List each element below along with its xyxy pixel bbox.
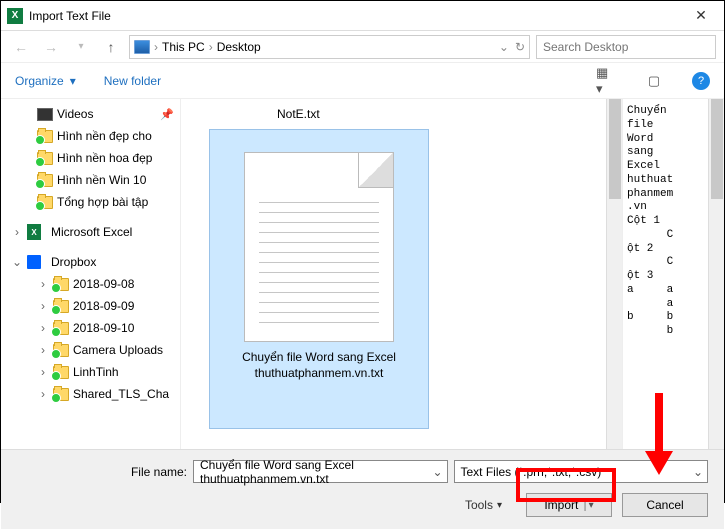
tree-item[interactable]: ›Camera Uploads xyxy=(1,339,180,361)
breadcrumb-location[interactable]: Desktop xyxy=(217,40,261,54)
navbar: ← → ▾ ↑ › This PC › Desktop ⌄ ↻ xyxy=(1,31,724,63)
up-button[interactable]: ↑ xyxy=(99,35,123,59)
search-input[interactable] xyxy=(536,35,716,59)
folder-icon xyxy=(53,366,69,379)
pc-icon xyxy=(134,40,150,54)
folder-icon xyxy=(53,322,69,335)
filename-label: File name: xyxy=(17,465,187,479)
import-button[interactable]: Import│▾ xyxy=(526,493,612,517)
tree-videos[interactable]: Videos📌 xyxy=(1,103,180,125)
window-title: Import Text File xyxy=(29,9,678,23)
dropbox-icon xyxy=(27,255,41,269)
file-thumbnail xyxy=(244,152,394,342)
tree-item[interactable]: Hình nền Win 10 xyxy=(1,169,180,191)
selected-file[interactable]: Chuyển file Word sang Excel thuthuatphan… xyxy=(209,129,429,429)
content-scrollbar[interactable] xyxy=(606,99,622,449)
preview-pane: Chuyển file Word sang Excel huthuat phan… xyxy=(622,99,708,449)
organize-menu[interactable]: Organize xyxy=(15,74,64,88)
folder-icon xyxy=(53,300,69,313)
folder-icon xyxy=(37,196,53,209)
tree-item[interactable]: ›2018-09-09 xyxy=(1,295,180,317)
breadcrumb[interactable]: › This PC › Desktop ⌄ ↻ xyxy=(129,35,530,59)
preview-scrollbar[interactable] xyxy=(708,99,724,449)
tools-menu[interactable]: Tools▾ xyxy=(465,498,502,512)
tree-item[interactable]: ›LinhTinh xyxy=(1,361,180,383)
tree-item[interactable]: ›2018-09-08 xyxy=(1,273,180,295)
close-button[interactable]: ✕ xyxy=(678,1,724,31)
filter-value: Text Files (*.prn;*.txt;*.csv) xyxy=(461,465,602,479)
folder-icon xyxy=(53,278,69,291)
folder-icon xyxy=(53,388,69,401)
tree-item[interactable]: Hình nền đẹp cho xyxy=(1,125,180,147)
forward-button[interactable]: → xyxy=(39,35,63,59)
folder-icon xyxy=(37,130,53,143)
excel-icon: X xyxy=(7,8,23,24)
folder-icon xyxy=(37,152,53,165)
new-folder-button[interactable]: New folder xyxy=(104,74,161,88)
file-list[interactable]: NotE.txt Chuyển file Word sang Excel thu… xyxy=(181,99,606,449)
back-button[interactable]: ← xyxy=(9,35,33,59)
pin-icon: 📌 xyxy=(160,108,174,121)
filename-value: Chuyển file Word sang Excel thuthuatphan… xyxy=(200,458,441,486)
nav-tree: Videos📌 Hình nền đẹp cho Hình nền hoa đẹ… xyxy=(1,99,181,449)
tree-item[interactable]: Hình nền hoa đẹp xyxy=(1,147,180,169)
footer: File name: Chuyển file Word sang Excel t… xyxy=(1,449,724,529)
chevron-right-icon: › xyxy=(209,40,213,54)
excel-icon: X xyxy=(27,224,41,240)
cancel-button[interactable]: Cancel xyxy=(622,493,708,517)
filename-input[interactable]: Chuyển file Word sang Excel thuthuatphan… xyxy=(193,460,448,483)
tree-item[interactable]: ›Shared_TLS_Cha xyxy=(1,383,180,405)
file-label: Chuyển file Word sang Excel thuthuatphan… xyxy=(242,350,396,381)
tree-dropbox[interactable]: ⌄Dropbox xyxy=(1,251,180,273)
view-icon[interactable]: ▦ ▾ xyxy=(596,71,616,91)
file-item[interactable]: NotE.txt xyxy=(277,107,320,121)
tree-item[interactable]: Tổng hợp bài tập xyxy=(1,191,180,213)
recent-dropdown[interactable]: ▾ xyxy=(69,35,93,59)
chevron-right-icon: › xyxy=(154,40,158,54)
tree-excel[interactable]: ›XMicrosoft Excel xyxy=(1,221,180,243)
tree-item[interactable]: ›2018-09-10 xyxy=(1,317,180,339)
chevron-down-icon[interactable]: ⌄ xyxy=(693,465,703,479)
refresh-icon[interactable]: ↻ xyxy=(515,40,525,54)
help-icon[interactable]: ? xyxy=(692,72,710,90)
folder-icon xyxy=(37,174,53,187)
filetype-filter[interactable]: Text Files (*.prn;*.txt;*.csv) ⌄ xyxy=(454,460,709,483)
toolbar: Organize▾ New folder ▦ ▾ ▢ ? xyxy=(1,63,724,99)
chevron-down-icon: │▾ xyxy=(582,500,593,511)
chevron-down-icon[interactable]: ⌄ xyxy=(499,40,509,54)
preview-pane-icon[interactable]: ▢ xyxy=(644,71,664,91)
folder-icon xyxy=(53,344,69,357)
breadcrumb-pc[interactable]: This PC xyxy=(162,40,205,54)
chevron-down-icon[interactable]: ⌄ xyxy=(432,465,442,479)
video-icon xyxy=(37,108,53,121)
titlebar: X Import Text File ✕ xyxy=(1,1,724,31)
